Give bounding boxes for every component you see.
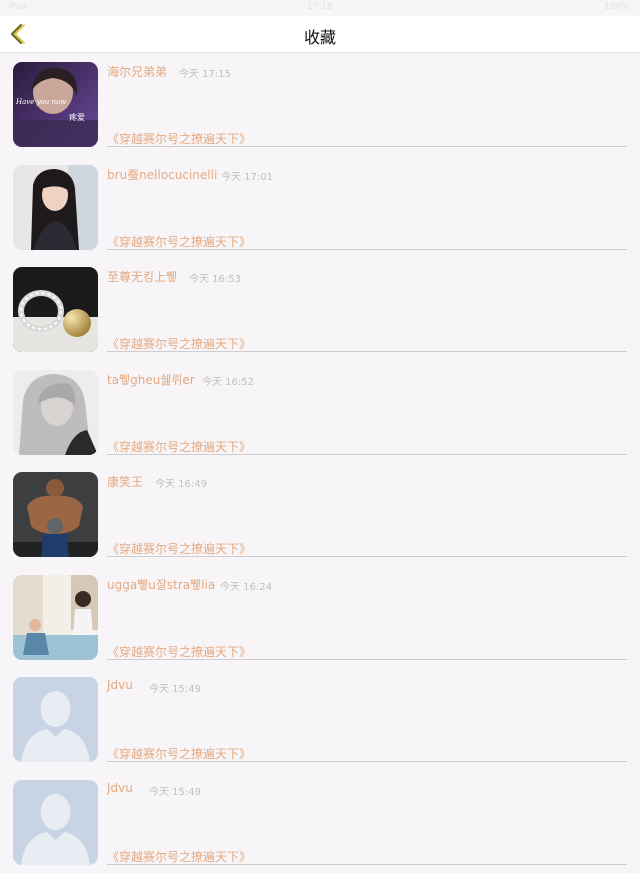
divider [107, 864, 627, 865]
divider [107, 556, 627, 557]
status-battery: 100% [604, 2, 630, 12]
item-book-link[interactable]: 《穿越赛尔号之撩遍天下》 [107, 233, 251, 250]
item-username[interactable]: 至尊无킹上쀟 [107, 268, 177, 285]
item-time: 今天 15:49 [149, 680, 201, 695]
divider [107, 249, 627, 250]
avatar-photo-jewelry [13, 267, 98, 352]
item-time: 今天 16:52 [202, 373, 254, 388]
item-book-link[interactable]: 《穿越赛尔号之撩遍天下》 [107, 848, 251, 865]
list-item[interactable]: bru蚕nellocucinelli 今天 17:01 《穿越赛尔号之撩遍天下》 [0, 156, 640, 259]
avatar-photo-bodybuilder [13, 472, 98, 557]
item-time: 今天 16:53 [189, 270, 241, 285]
avatar[interactable] [13, 677, 98, 762]
list-item[interactable]: Jdvu 今天 15:49 《穿越赛尔号之撩遍天下》 [0, 668, 640, 771]
avatar-photo-blonde-bw [13, 370, 98, 455]
item-username[interactable]: bru蚕nellocucinelli [107, 166, 217, 183]
item-book-link[interactable]: 《穿越赛尔号之撩遍天下》 [107, 643, 251, 660]
status-time: 17:18 [0, 2, 640, 12]
avatar[interactable]: Have you now 疼爱 [13, 62, 98, 147]
svg-text:Have you now: Have you now [15, 98, 66, 106]
item-username[interactable]: Jdvu [107, 781, 133, 795]
item-book-link[interactable]: 《穿越赛尔号之撩遍天下》 [107, 540, 251, 557]
svg-text:疼爱: 疼爱 [69, 112, 85, 122]
divider [107, 146, 627, 147]
page-title: 收藏 [0, 24, 640, 48]
avatar[interactable] [13, 780, 98, 865]
avatar-photo-girl-purple: Have you now 疼爱 [13, 62, 98, 147]
avatar-photo-girl-dark-hair [13, 165, 98, 250]
item-book-link[interactable]: 《穿越赛尔号之撩遍天下》 [107, 438, 251, 455]
avatar-photo-couple [13, 575, 98, 660]
list-item[interactable]: ugga쀟u잘stra쀟lia 今天 16:24 《穿越赛尔号之撩遍天下》 [0, 566, 640, 669]
divider [107, 351, 627, 352]
item-username[interactable]: Jdvu [107, 678, 133, 692]
item-time: 今天 15:49 [149, 783, 201, 798]
list-item[interactable]: Have you now 疼爱 海尔兄弟弟 今天 17:15 《穿越赛尔号之撩遍… [0, 53, 640, 156]
item-time: 今天 16:24 [220, 578, 272, 593]
divider [107, 454, 627, 455]
avatar[interactable] [13, 370, 98, 455]
list-item[interactable]: Jdvu 今天 15:49 《穿越赛尔号之撩遍天下》 [0, 771, 640, 873]
list-item[interactable]: 至尊无킹上쀟 今天 16:53 《穿越赛尔号之撩遍天下》 [0, 258, 640, 361]
navigation-bar: 收藏 [0, 16, 640, 53]
item-username[interactable]: 康笑王 [107, 473, 143, 490]
status-bar: iPad 17:18 100% [0, 0, 640, 16]
default-avatar-icon [13, 780, 98, 865]
divider [107, 659, 627, 660]
list-item[interactable]: 康笑王 今天 16:49 《穿越赛尔号之撩遍天下》 [0, 463, 640, 566]
item-time: 今天 16:49 [155, 475, 207, 490]
divider [107, 761, 627, 762]
avatar[interactable] [13, 575, 98, 660]
item-time: 今天 17:15 [179, 65, 231, 80]
item-book-link[interactable]: 《穿越赛尔号之撩遍天下》 [107, 335, 251, 352]
avatar[interactable] [13, 267, 98, 352]
favorites-list: Have you now 疼爱 海尔兄弟弟 今天 17:15 《穿越赛尔号之撩遍… [0, 53, 640, 873]
item-username[interactable]: ugga쀟u잘stra쀟lia [107, 576, 215, 593]
item-book-link[interactable]: 《穿越赛尔号之撩遍天下》 [107, 130, 251, 147]
list-item[interactable]: ta쀟gheu쉞뤼er 今天 16:52 《穿越赛尔号之撩遍天下》 [0, 361, 640, 464]
default-avatar-icon [13, 677, 98, 762]
avatar[interactable] [13, 472, 98, 557]
item-username[interactable]: ta쀟gheu쉞뤼er [107, 371, 195, 388]
item-username[interactable]: 海尔兄弟弟 [107, 63, 167, 80]
avatar[interactable] [13, 165, 98, 250]
item-book-link[interactable]: 《穿越赛尔号之撩遍天下》 [107, 745, 251, 762]
item-time: 今天 17:01 [221, 168, 273, 183]
